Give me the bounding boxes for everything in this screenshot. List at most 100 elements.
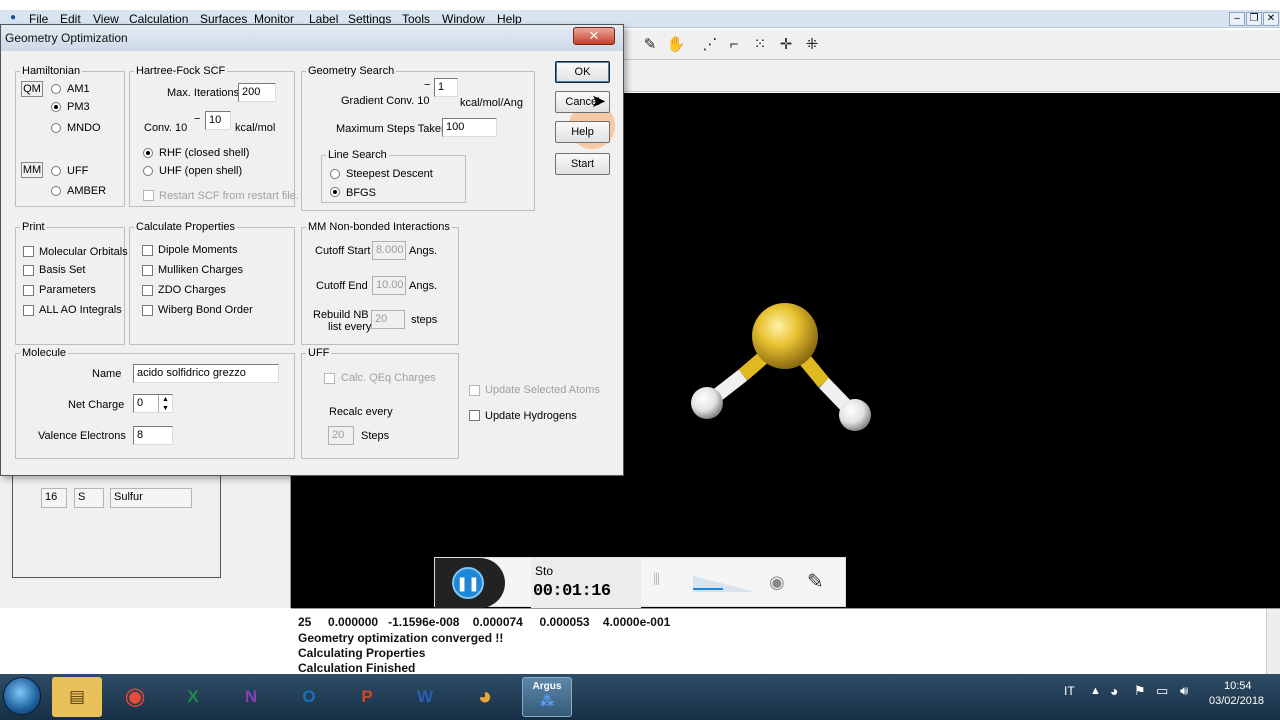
recalc-steps-label: Steps: [361, 430, 390, 442]
mouse-cursor-icon: ➤: [591, 91, 607, 111]
clock-date[interactable]: 03/02/2018: [1209, 695, 1264, 707]
am1-radio[interactable]: [51, 84, 61, 94]
cutoff-start-input[interactable]: 8.000: [372, 241, 406, 260]
hydrogen-atom-right[interactable]: [839, 399, 871, 431]
onenote-icon[interactable]: N: [226, 677, 276, 717]
argus-lab-taskbar-button[interactable]: Argus ⁂: [522, 677, 572, 717]
element-number-field[interactable]: 16: [41, 488, 67, 508]
translate-icon[interactable]: ⁜: [802, 35, 822, 55]
rhf-label: RHF (closed shell): [159, 147, 250, 159]
screen-recorder-bar: ❚❚ Sto 00:01:16 ⦀ ◉ ✎: [434, 557, 846, 608]
ok-button[interactable]: OK: [555, 61, 610, 83]
all-ao-integrals-checkbox[interactable]: [23, 305, 34, 316]
bond-tool-icon[interactable]: ⋰: [700, 35, 720, 55]
paint-icon[interactable]: ◕: [460, 677, 510, 717]
output-line: Geometry optimization converged !!: [298, 631, 504, 645]
dipole-moments-checkbox[interactable]: [142, 245, 153, 256]
mulliken-charges-checkbox[interactable]: [142, 265, 153, 276]
hydrogen-atom-left[interactable]: [691, 387, 723, 419]
cutoff-end-input[interactable]: 10.00: [372, 276, 406, 295]
sulfur-atom[interactable]: [752, 303, 818, 369]
clock-time[interactable]: 10:54: [1224, 680, 1252, 692]
update-selected-atoms-checkbox[interactable]: [469, 385, 480, 396]
pm3-radio[interactable]: [51, 102, 61, 112]
wiberg-bond-order-checkbox[interactable]: [142, 305, 153, 316]
calc-qeq-checkbox[interactable]: [324, 373, 335, 384]
rhf-radio[interactable]: [143, 148, 153, 158]
valence-electrons-input[interactable]: 8: [133, 426, 173, 445]
help-button[interactable]: Help: [555, 121, 610, 143]
powerpoint-icon[interactable]: P: [342, 677, 392, 717]
app-icon[interactable]: ●: [10, 12, 16, 23]
cutoff-start-unit: Angs.: [409, 245, 438, 257]
dipole-moments-label: Dipole Moments: [158, 244, 238, 256]
output-log[interactable]: 25 0.000000 -1.1596e-008 0.000074 0.0000…: [291, 608, 1280, 675]
word-icon[interactable]: W: [400, 677, 450, 717]
spin-down-icon[interactable]: ▼: [159, 404, 172, 412]
element-group: [12, 470, 221, 578]
scf-conv-exponent-input[interactable]: 10: [205, 111, 231, 130]
file-explorer-icon[interactable]: ▤: [52, 677, 102, 717]
recalc-every-input[interactable]: 20: [328, 426, 354, 445]
dialog-titlebar[interactable]: Geometry Optimization ✕: [1, 25, 623, 51]
show-hidden-icons[interactable]: ▲: [1090, 685, 1101, 697]
gradient-unit: kcal/mol/Ang: [460, 97, 523, 109]
rebuild-nb-input[interactable]: 20: [371, 310, 405, 329]
language-indicator[interactable]: IT: [1064, 684, 1075, 698]
palette-tray-icon[interactable]: ◕: [1110, 683, 1118, 699]
pause-button[interactable]: ❚❚: [452, 567, 484, 599]
excel-icon[interactable]: X: [168, 677, 218, 717]
audio-level-icon: ⦀: [653, 572, 661, 589]
output-line: Calculating Properties: [298, 646, 426, 660]
wrench-icon[interactable]: ✎: [640, 35, 660, 55]
element-name-field[interactable]: Sulfur: [110, 488, 192, 508]
minimize-icon[interactable]: –: [1229, 12, 1245, 26]
update-hydrogens-label: Update Hydrogens: [485, 410, 577, 422]
network-icon[interactable]: ▭: [1156, 683, 1168, 699]
molecule-name-input[interactable]: acido solfidrico grezzo: [133, 364, 279, 383]
max-iterations-input[interactable]: 200: [238, 83, 276, 102]
mndo-radio[interactable]: [51, 123, 61, 133]
chrome-icon[interactable]: ◉: [110, 677, 160, 717]
dihedral-tool-icon[interactable]: ⁙: [750, 35, 770, 55]
webcam-icon[interactable]: ◉: [769, 572, 785, 593]
start-button[interactable]: Start: [555, 153, 610, 175]
zdo-charges-checkbox[interactable]: [142, 285, 153, 296]
element-symbol-field[interactable]: S: [74, 488, 104, 508]
spin-up-icon[interactable]: ▲: [159, 395, 172, 404]
net-charge-spinner[interactable]: ▲ ▼: [158, 395, 172, 412]
wiberg-bond-order-label: Wiberg Bond Order: [158, 304, 253, 316]
restore-icon[interactable]: ❐: [1246, 12, 1262, 26]
cutoff-start-label: Cutoff Start: [315, 245, 371, 257]
max-steps-input[interactable]: 100: [442, 118, 497, 137]
am1-label: AM1: [67, 83, 90, 95]
steepest-descent-radio[interactable]: [330, 169, 340, 179]
pen-icon[interactable]: ✎: [807, 569, 824, 594]
bfgs-radio[interactable]: [330, 187, 340, 197]
uhf-radio[interactable]: [143, 166, 153, 176]
close-icon[interactable]: ✕: [1263, 12, 1279, 26]
parameters-checkbox[interactable]: [23, 285, 34, 296]
flag-icon[interactable]: ⚑: [1134, 683, 1146, 699]
recorder-info: Sto 00:01:16: [531, 558, 641, 608]
net-charge-input[interactable]: 0 ▲ ▼: [133, 394, 173, 413]
molecular-orbitals-checkbox[interactable]: [23, 246, 34, 257]
print-group: Print: [15, 221, 125, 345]
volume-icon[interactable]: 🔊︎: [1180, 683, 1188, 699]
amber-label: AMBER: [67, 185, 107, 197]
hand-icon[interactable]: ✋: [666, 35, 686, 55]
output-scrollbar[interactable]: [1266, 609, 1280, 675]
amber-radio[interactable]: [51, 186, 61, 196]
scf-conv-label: Conv. 10: [144, 122, 188, 134]
dialog-close-button[interactable]: ✕: [573, 27, 615, 45]
update-hydrogens-checkbox[interactable]: [469, 410, 480, 421]
gradient-exponent-input[interactable]: 1: [434, 78, 458, 97]
restart-scf-checkbox[interactable]: [143, 190, 154, 201]
uff-radio[interactable]: [51, 166, 61, 176]
angle-tool-icon[interactable]: ⌐: [724, 35, 744, 55]
axes-icon[interactable]: ✛: [776, 35, 796, 55]
basis-set-checkbox[interactable]: [23, 265, 34, 276]
start-button[interactable]: [3, 677, 41, 715]
valence-electrons-label: Valence Electrons: [38, 430, 126, 442]
outlook-icon[interactable]: O: [284, 677, 334, 717]
